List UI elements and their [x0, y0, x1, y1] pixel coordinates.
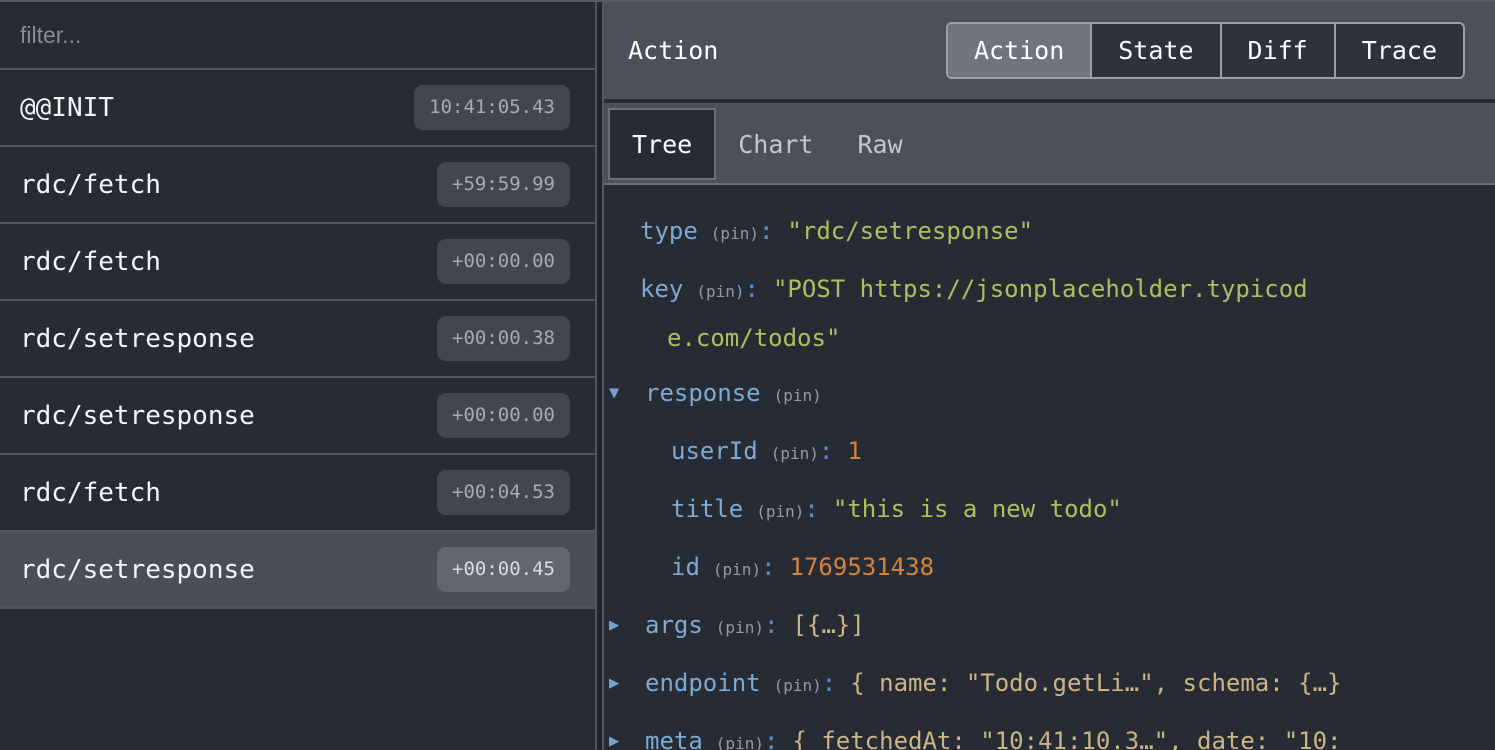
pin-button[interactable]: (pin) [696, 282, 744, 301]
action-time-badge: +00:04.53 [437, 470, 570, 515]
tree-key[interactable]: endpoint [645, 669, 761, 697]
action-name: rdc/fetch [20, 247, 161, 277]
action-time-badge: +59:59.99 [437, 162, 570, 207]
pin-button[interactable]: (pin) [711, 224, 759, 243]
redux-devtools-window: @@INIT10:41:05.43rdc/fetch+59:59.99rdc/f… [0, 0, 1495, 750]
pin-button[interactable]: (pin) [774, 386, 822, 405]
tree-row[interactable]: type (pin): "rdc/setresponse" [604, 208, 1495, 257]
pin-button[interactable]: (pin) [716, 618, 764, 637]
colon: : [761, 553, 775, 581]
action-name: rdc/setresponse [20, 324, 255, 354]
tree-value: "rdc/setresponse" [787, 217, 1033, 245]
action-list-item[interactable]: rdc/setresponse +00:00.45 [0, 532, 595, 609]
expand-arrow-icon[interactable]: ▶ [609, 718, 619, 750]
tree-row[interactable]: userId (pin):1 [604, 428, 1495, 477]
view-subtab[interactable]: Raw [835, 108, 924, 180]
colon: : [764, 611, 778, 639]
action-name: @@INIT [20, 93, 114, 123]
inspector-tab[interactable]: State [1090, 24, 1219, 77]
colon: : [759, 217, 773, 245]
tree-row[interactable]: title (pin): "this is a new todo" [604, 486, 1495, 535]
filter-row [0, 2, 595, 70]
colon: : [822, 669, 836, 697]
pin-button[interactable]: (pin) [713, 560, 761, 579]
action-time-badge: +00:00.00 [437, 239, 570, 284]
view-subtab[interactable]: Chart [716, 108, 835, 180]
tree-row[interactable]: ▶ args (pin): [{…}] [604, 602, 1495, 651]
inspector-tab[interactable]: Action [948, 24, 1090, 77]
action-list-item[interactable]: rdc/setresponse +00:00.38 [0, 301, 595, 378]
tree-value: [{…}] [792, 611, 864, 639]
expand-arrow-icon[interactable]: ▶ [609, 602, 619, 648]
tree-value: 1 [847, 437, 861, 465]
action-name: rdc/fetch [20, 478, 161, 508]
action-tree: type(pin):"rdc/setresponse"key(pin):"POS… [604, 185, 1495, 750]
tree-key[interactable]: id [671, 553, 700, 581]
view-subtab[interactable]: Tree [608, 108, 716, 180]
tree-key[interactable]: title [671, 495, 743, 523]
inspector-header: Action ActionStateDiffTrace [604, 2, 1495, 103]
tree-key[interactable]: key [640, 275, 683, 303]
action-list-item[interactable]: rdc/fetch +59:59.99 [0, 147, 595, 224]
action-list-item[interactable]: rdc/fetch +00:00.00 [0, 224, 595, 301]
tree-value: 1769531438 [790, 553, 935, 581]
tree-row[interactable]: ▶ endpoint (pin): { name: "Todo.getLi…", sc… [604, 660, 1495, 709]
inspector-title: Action [628, 36, 718, 65]
tree-value: "POST https://jsonplaceholder.typicode.c… [667, 275, 1308, 352]
filter-input[interactable] [0, 2, 595, 68]
action-list: @@INIT10:41:05.43rdc/fetch+59:59.99rdc/f… [0, 70, 595, 609]
colon: : [804, 495, 818, 523]
tree-value: { name: "Todo.getLi…", schema: {…} [850, 669, 1341, 697]
tree-key[interactable]: type [640, 217, 698, 245]
tree-key[interactable]: response [645, 379, 761, 407]
inspector-tab[interactable]: Diff [1220, 24, 1334, 77]
colon: : [764, 727, 778, 750]
inspector-tabs: ActionStateDiffTrace [946, 22, 1465, 79]
expand-arrow-icon[interactable]: ▶ [609, 660, 619, 706]
action-name: rdc/setresponse [20, 401, 255, 431]
action-time-badge: +00:00.45 [437, 547, 570, 592]
tree-value: { fetchedAt: "10:41:10.3…", date: "10: [792, 727, 1341, 750]
action-list-item[interactable]: rdc/setresponse +00:00.00 [0, 378, 595, 455]
expand-arrow-icon[interactable]: ▼ [609, 370, 619, 416]
tree-key[interactable]: meta [645, 727, 703, 750]
action-time-badge: +00:00.00 [437, 393, 570, 438]
tree-row[interactable]: ▼ response (pin) [604, 370, 1495, 419]
pin-button[interactable]: (pin) [756, 502, 804, 521]
action-name: rdc/fetch [20, 170, 161, 200]
pin-button[interactable]: (pin) [716, 734, 764, 750]
tree-key[interactable]: userId [671, 437, 758, 465]
colon: : [819, 437, 833, 465]
action-list-sidebar: @@INIT10:41:05.43rdc/fetch+59:59.99rdc/f… [0, 2, 597, 750]
pin-button[interactable]: (pin) [771, 444, 819, 463]
tree-key[interactable]: args [645, 611, 703, 639]
action-list-item[interactable]: @@INIT 10:41:05.43 [0, 70, 595, 147]
action-time-badge: 10:41:05.43 [414, 85, 570, 130]
tree-row[interactable]: ▶ meta (pin): { fetchedAt: "10:41:10.3…", d… [604, 718, 1495, 750]
action-time-badge: +00:00.38 [437, 316, 570, 361]
tree-row[interactable]: id (pin):1769531438 [604, 544, 1495, 593]
action-name: rdc/setresponse [20, 555, 255, 585]
inspector-tab[interactable]: Trace [1334, 24, 1463, 77]
view-subtabs: TreeChartRaw [604, 103, 1495, 185]
tree-value: "this is a new todo" [833, 495, 1122, 523]
action-list-item[interactable]: rdc/fetch +00:04.53 [0, 455, 595, 532]
inspector-panel: Action ActionStateDiffTrace TreeChartRaw… [602, 2, 1495, 750]
colon: : [745, 275, 759, 303]
pin-button[interactable]: (pin) [774, 676, 822, 695]
tree-row[interactable]: key (pin):"POST https://jsonplaceholder.t… [604, 266, 1313, 361]
